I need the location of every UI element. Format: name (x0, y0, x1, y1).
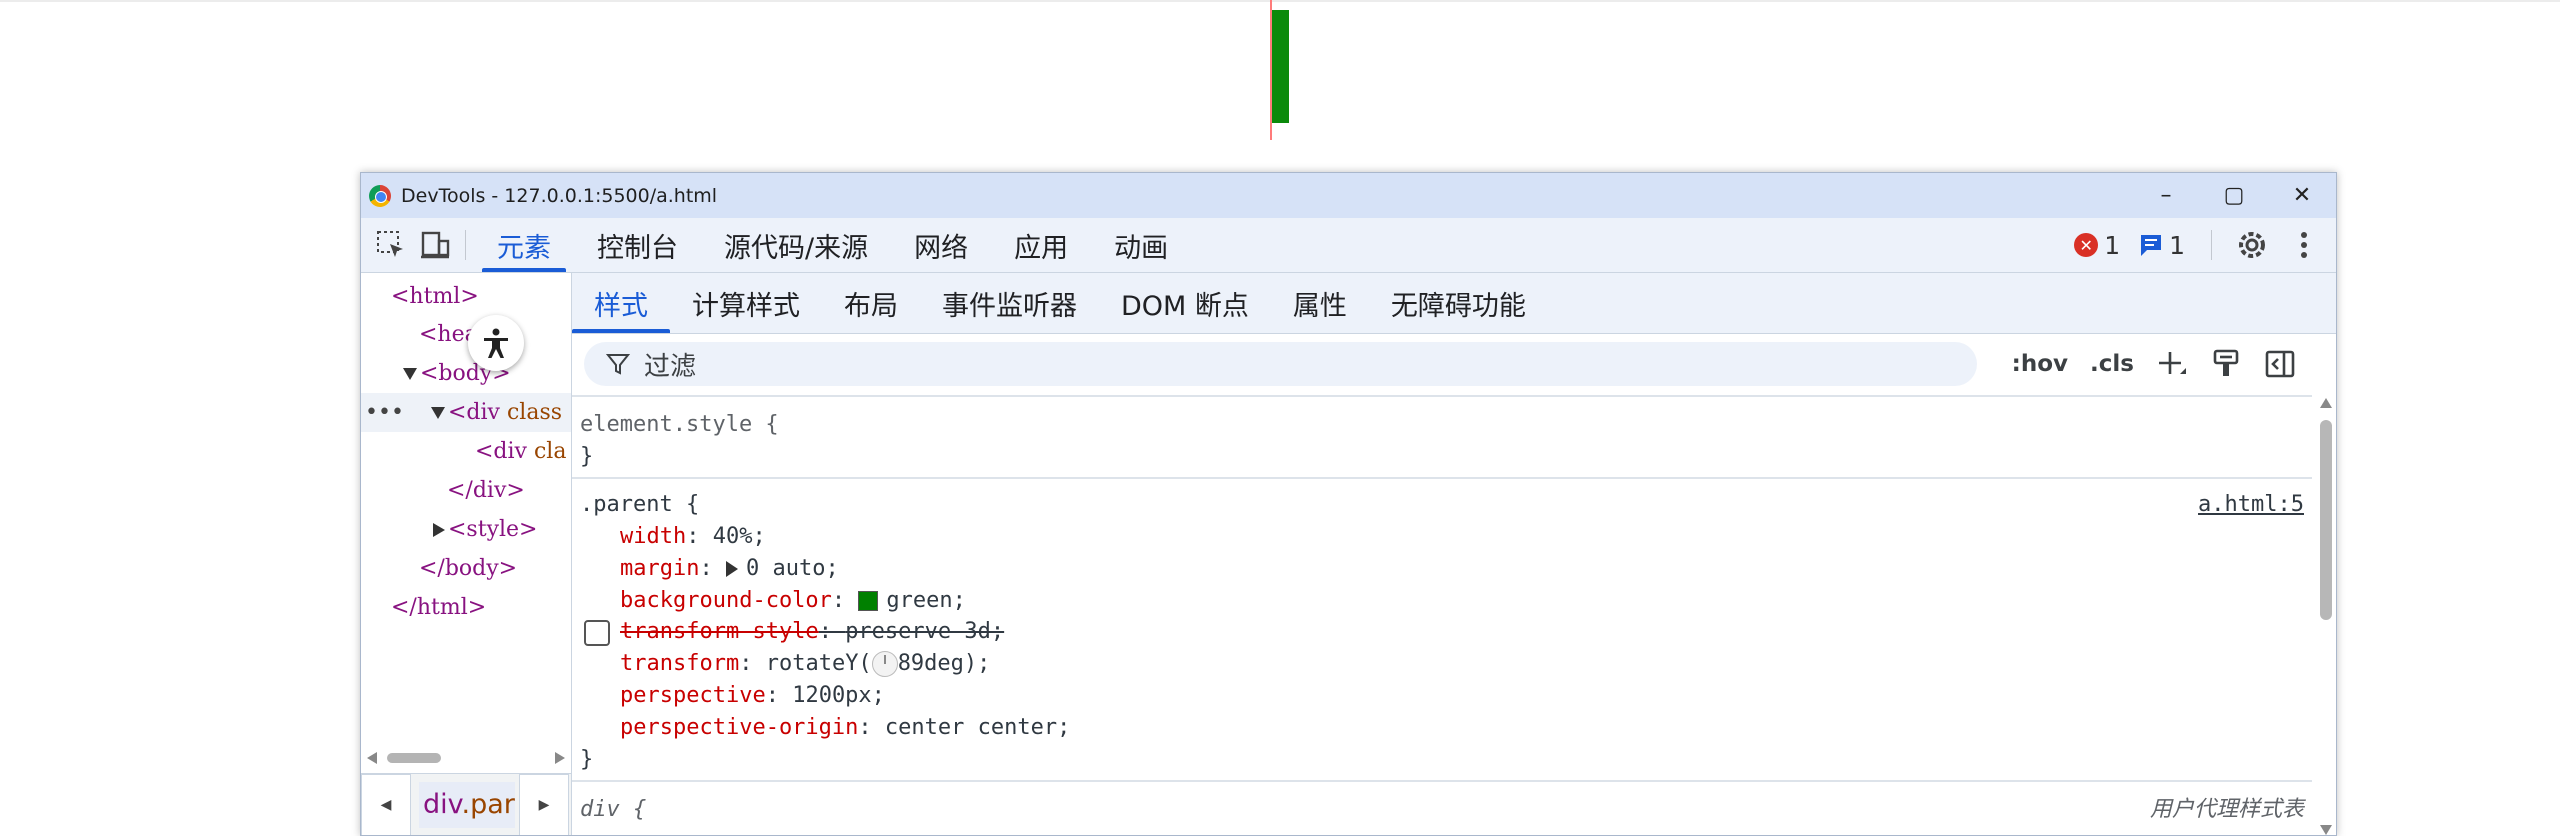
message-counter[interactable]: 1 (2138, 231, 2185, 260)
decl-perspective[interactable]: perspective: 1200px; (620, 680, 885, 712)
source-link[interactable]: a.html:5 (2198, 489, 2304, 521)
dom-node-div-child[interactable]: <div cla (475, 432, 566, 471)
decl-perspective-origin[interactable]: perspective-origin: center center; (620, 712, 1070, 744)
breadcrumb-left-icon[interactable]: ◀ (361, 774, 411, 835)
error-counter[interactable]: ✕ 1 (2074, 231, 2120, 260)
ua-stylesheet-label: 用户代理样式表 (2149, 797, 2304, 822)
decl-toggle-checkbox[interactable] (584, 620, 610, 646)
decl-background-color[interactable]: background-color: green; (620, 585, 966, 617)
maximize-button[interactable]: ▢ (2200, 173, 2268, 218)
more-dots-icon[interactable]: ••• (365, 393, 404, 432)
scroll-left-icon[interactable] (367, 752, 377, 764)
dom-node-div-parent[interactable]: ••• <div class (361, 393, 571, 432)
ua-rule-selector[interactable]: div { (580, 794, 646, 826)
decl-transform[interactable]: transform: rotateY(89deg); (620, 648, 990, 680)
scroll-up-icon[interactable] (2320, 398, 2332, 408)
error-icon: ✕ (2074, 233, 2099, 257)
cls-toggle[interactable]: .cls (2090, 351, 2134, 377)
hov-toggle[interactable]: :hov (2012, 351, 2068, 377)
window-title: DevTools - 127.0.0.1:5500/a.html (401, 184, 718, 207)
tab-application[interactable]: 应用 (991, 218, 1091, 272)
window-controls: – ▢ ✕ (2132, 173, 2336, 218)
sidebar-tabs: 样式 计算样式 布局 事件监听器 DOM 断点 属性 无障碍功能 (572, 273, 2336, 334)
parent-rule-selector[interactable]: .parent { (580, 489, 699, 521)
inspect-icon[interactable] (369, 223, 413, 267)
styles-vertical-scrollbar[interactable] (2320, 398, 2332, 835)
accessibility-icon[interactable] (468, 315, 524, 371)
color-format-icon[interactable] (2210, 348, 2242, 380)
dom-tree-panel: <html> <head> <body> ••• <div class <div… (361, 273, 572, 835)
breadcrumb-right-icon[interactable]: ▶ (519, 774, 569, 835)
tab-dom-breakpoints[interactable]: DOM 断点 (1099, 273, 1271, 333)
styles-panel: 样式 计算样式 布局 事件监听器 DOM 断点 属性 无障碍功能 过滤 :hov… (572, 273, 2336, 835)
devtools-window: DevTools - 127.0.0.1:5500/a.html – ▢ ✕ 元… (360, 172, 2337, 836)
tab-layout[interactable]: 布局 (822, 273, 920, 333)
toggle-sidebar-icon[interactable] (2264, 348, 2296, 380)
page-top-border (0, 0, 2560, 2)
tab-elements[interactable]: 元素 (474, 218, 574, 272)
toolbar-separator (2211, 230, 2212, 260)
rotated-parent-box (1272, 10, 1289, 123)
add-rule-icon[interactable] (2156, 348, 2188, 380)
tab-animations[interactable]: 动画 (1091, 218, 1191, 272)
filter-input[interactable]: 过滤 (584, 342, 1977, 386)
filter-icon (606, 354, 630, 375)
angle-clock-icon[interactable] (871, 651, 898, 677)
main-toolbar: 元素 控制台 源代码/来源 网络 应用 动画 ✕ 1 1 (361, 218, 2336, 273)
minimize-button[interactable]: – (2132, 173, 2200, 218)
dom-node-body-close[interactable]: </body> (419, 549, 517, 588)
rule-separator (572, 477, 2312, 479)
expand-triangle-icon[interactable] (431, 407, 445, 419)
decl-transform-style[interactable]: transform-style: preserve-3d; (620, 616, 1004, 648)
decl-margin[interactable]: margin: 0 auto; (620, 553, 839, 585)
dom-node-div-close[interactable]: </div> (447, 471, 525, 510)
filter-tools: :hov .cls (1990, 334, 2296, 394)
tab-event-listeners[interactable]: 事件监听器 (920, 273, 1099, 333)
tab-console[interactable]: 控制台 (574, 218, 701, 272)
expand-triangle-icon[interactable] (403, 368, 417, 380)
message-icon (2141, 235, 2162, 256)
rule-separator (572, 395, 2312, 397)
tab-sources[interactable]: 源代码/来源 (701, 218, 891, 272)
scroll-right-icon[interactable] (555, 752, 565, 764)
collapse-triangle-icon[interactable] (433, 523, 445, 537)
element-style-close: } (580, 444, 594, 469)
style-rules: element.style { } .parent { a.html:5 wid… (572, 395, 2312, 835)
toolbar-separator (465, 230, 466, 260)
tab-styles[interactable]: 样式 (572, 273, 670, 333)
toolbar-right: ✕ 1 1 (2074, 218, 2326, 272)
scrollbar-thumb[interactable] (387, 753, 441, 763)
dom-node-html-close[interactable]: </html> (391, 588, 486, 627)
filter-row: 过滤 :hov .cls (572, 334, 2336, 394)
dom-node-style[interactable]: <style> (433, 510, 537, 549)
rule-separator (572, 780, 2312, 782)
breadcrumb: ◀ div.par ▶ (361, 773, 571, 835)
message-count: 1 (2169, 230, 2185, 260)
breadcrumb-item[interactable]: div.par (419, 782, 515, 828)
filter-placeholder: 过滤 (644, 351, 697, 382)
tab-network[interactable]: 网络 (891, 218, 991, 272)
chrome-icon (369, 184, 391, 207)
element-style-selector[interactable]: element.style { (580, 409, 779, 441)
scrollbar-thumb[interactable] (2320, 420, 2332, 620)
color-swatch-icon[interactable] (858, 591, 879, 611)
parent-rule-close: } (580, 747, 594, 772)
error-count: 1 (2104, 230, 2121, 260)
dom-horizontal-scrollbar[interactable] (361, 749, 571, 767)
tab-properties[interactable]: 属性 (1271, 273, 1369, 333)
dom-node-html[interactable]: <html> (391, 277, 479, 316)
tab-computed[interactable]: 计算样式 (670, 273, 822, 333)
close-button[interactable]: ✕ (2268, 173, 2336, 218)
gear-icon[interactable] (2230, 223, 2274, 267)
tab-accessibility[interactable]: 无障碍功能 (1369, 273, 1548, 333)
title-bar: DevTools - 127.0.0.1:5500/a.html – ▢ ✕ (361, 173, 2336, 218)
decl-width[interactable]: width: 40%; (620, 521, 766, 553)
more-vert-icon[interactable] (2282, 223, 2326, 267)
device-toolbar-icon[interactable] (413, 223, 457, 267)
expand-shorthand-icon[interactable] (725, 561, 738, 577)
